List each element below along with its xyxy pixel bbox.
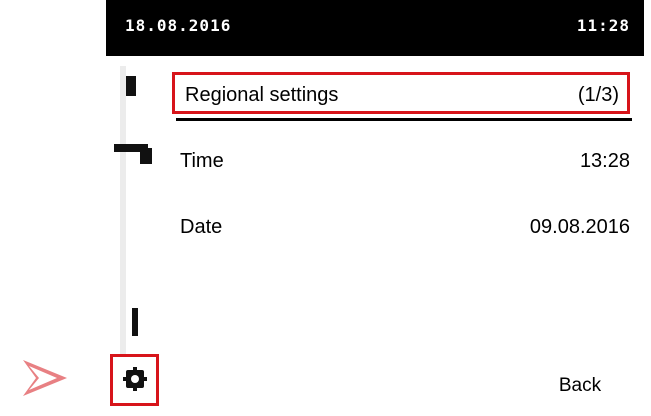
back-button[interactable]: Back bbox=[549, 372, 611, 400]
settings-button[interactable] bbox=[110, 354, 159, 406]
regional-settings-menu: Regional settings (1/3) Time 13:28 Date … bbox=[164, 56, 644, 416]
menu-divider bbox=[176, 118, 632, 121]
status-date: 18.08.2016 bbox=[125, 16, 232, 35]
menu-row-label: Date bbox=[180, 216, 223, 238]
sensor-icon bbox=[132, 308, 138, 336]
device-icon bbox=[126, 76, 136, 96]
menu-row-value: 13:28 bbox=[579, 150, 630, 172]
menu-header[interactable]: Regional settings (1/3) bbox=[172, 72, 630, 114]
menu-title: Regional settings bbox=[185, 84, 339, 106]
device-screen: 18.08.2016 11:28 Regional settings (1/3)… bbox=[106, 0, 644, 416]
menu-row-time[interactable]: Time 13:28 bbox=[180, 144, 630, 178]
menu-page-indicator: (1/3) bbox=[577, 84, 619, 106]
menu-row-value: 09.08.2016 bbox=[529, 216, 630, 238]
gear-icon bbox=[123, 367, 147, 391]
menu-row-date[interactable]: Date 09.08.2016 bbox=[180, 210, 630, 244]
menu-row-label: Time bbox=[180, 150, 224, 172]
status-time: 11:28 bbox=[576, 16, 630, 35]
valve-icon bbox=[140, 148, 152, 164]
pointer-arrow-icon bbox=[23, 360, 67, 396]
status-bar: 18.08.2016 11:28 bbox=[106, 0, 644, 56]
